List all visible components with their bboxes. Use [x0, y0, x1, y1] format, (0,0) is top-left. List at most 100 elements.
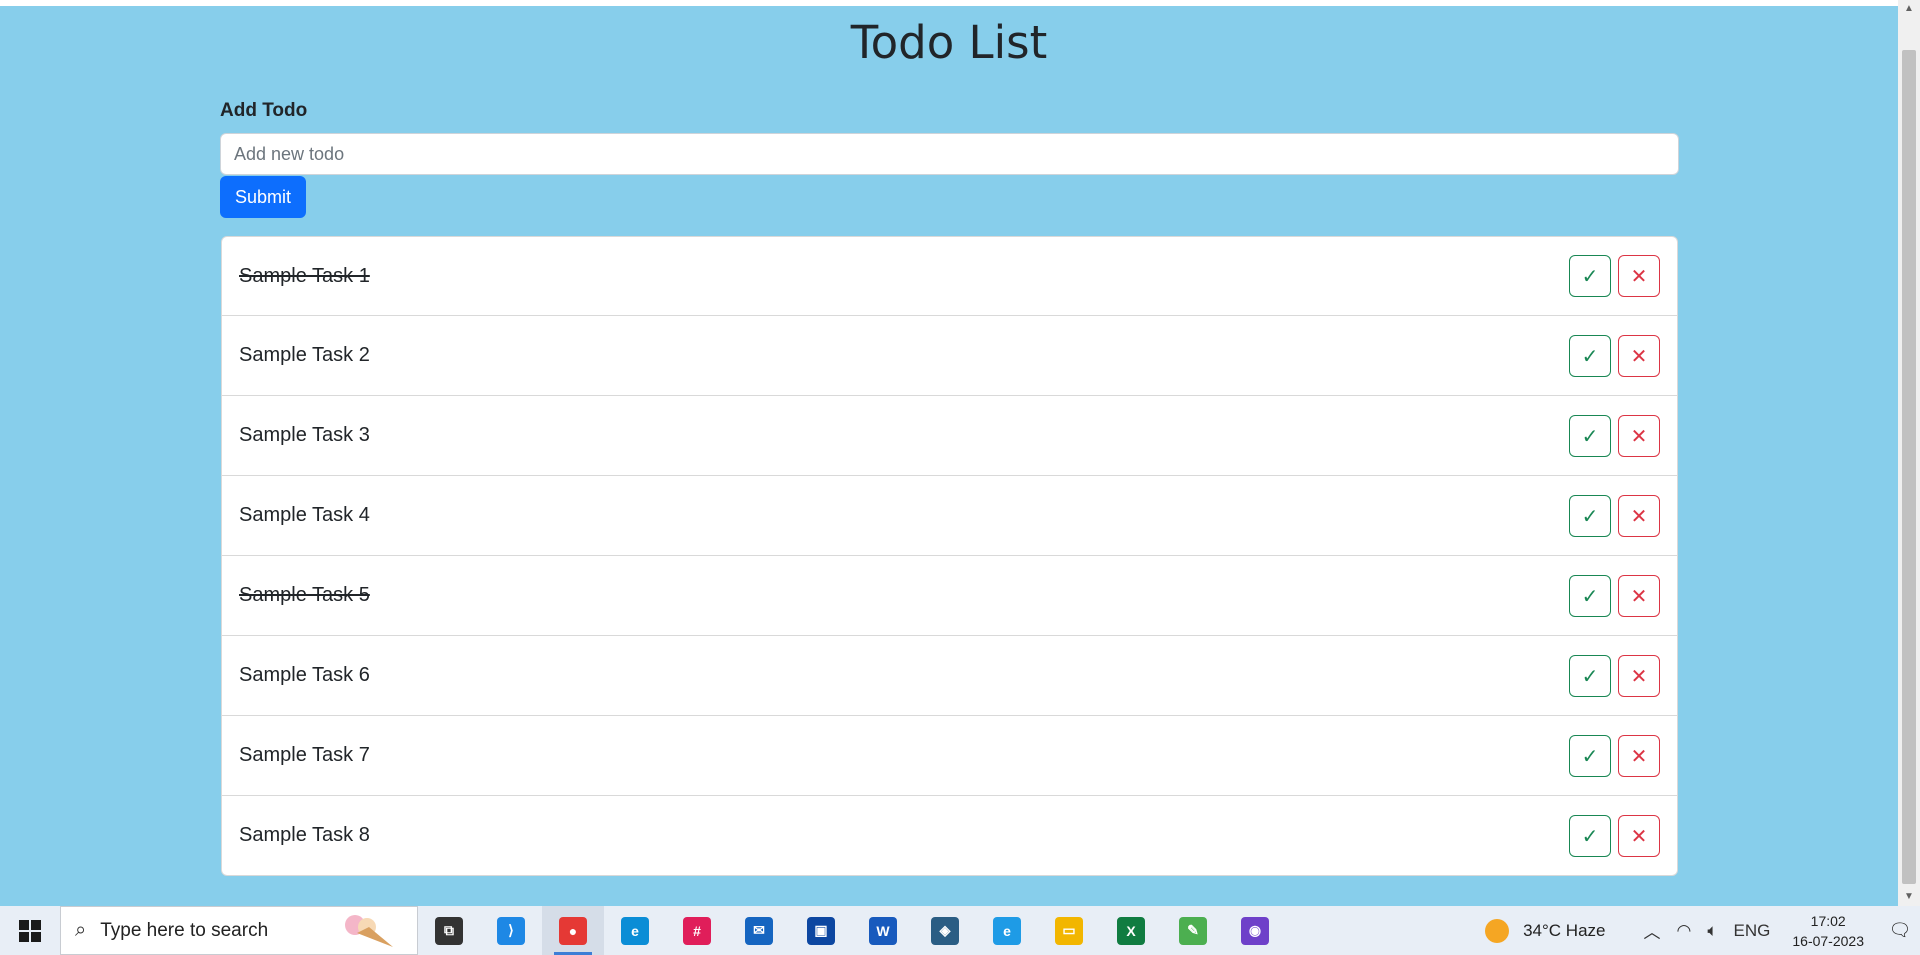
github-desktop-icon: ◉	[1241, 916, 1269, 945]
todo-item: Sample Task 5 ✓ ✕	[221, 556, 1678, 636]
delete-button[interactable]: ✕	[1618, 334, 1660, 377]
todo-text: Sample Task 4	[239, 504, 370, 526]
todo-item: Sample Task 6 ✓ ✕	[221, 636, 1678, 716]
close-icon: ✕	[1630, 583, 1648, 608]
check-icon: ✓	[1581, 343, 1599, 368]
check-icon: ✓	[1581, 823, 1599, 848]
taskbar-app-button[interactable]: ◉	[1224, 906, 1286, 955]
chevron-up-icon[interactable]: ︿	[1643, 918, 1660, 943]
delete-button[interactable]: ✕	[1618, 255, 1660, 297]
clock-date: 16-07-2023	[1792, 932, 1864, 949]
check-icon: ✓	[1581, 503, 1599, 528]
complete-button[interactable]: ✓	[1569, 574, 1611, 617]
windows-taskbar: ⌕ Type here to search ⧉ ⟩ ● e # ✉ ▣ W ◈ e ▭ X ✎ ◉ 34°…	[0, 906, 1920, 955]
editor-icon: ✎	[1179, 916, 1207, 945]
edge-icon: e	[621, 916, 649, 945]
ice-cream-icon	[345, 915, 393, 947]
todo-text: Sample Task 7	[239, 744, 370, 766]
start-button[interactable]	[0, 906, 60, 955]
store-icon: ▣	[807, 916, 835, 945]
complete-button[interactable]: ✓	[1569, 734, 1611, 777]
weather-sun-icon	[1485, 918, 1510, 943]
close-icon: ✕	[1630, 343, 1648, 368]
complete-button[interactable]: ✓	[1569, 494, 1611, 537]
word-icon: W	[869, 916, 897, 945]
todo-text: Sample Task 8	[239, 824, 370, 846]
delete-button[interactable]: ✕	[1618, 654, 1660, 697]
todo-item: Sample Task 4 ✓ ✕	[221, 476, 1678, 556]
mysql-workbench-icon: ◈	[931, 916, 959, 945]
complete-button[interactable]: ✓	[1569, 654, 1611, 697]
todo-page: Todo List Add Todo Submit Sample Task 1 ✓…	[0, 6, 1898, 906]
check-icon: ✓	[1581, 743, 1599, 768]
todo-text: Sample Task 5	[239, 584, 370, 606]
todo-text: Sample Task 3	[239, 424, 370, 446]
excel-icon: X	[1117, 916, 1145, 945]
close-icon: ✕	[1630, 503, 1648, 528]
system-tray: 34°C Haze ︿ ◠ 🔈︎ ENG 17:02 16-07-2023 🗨︎	[1485, 906, 1920, 955]
clock-time: 17:02	[1810, 912, 1846, 929]
taskbar-app-button[interactable]: X	[1100, 906, 1162, 955]
complete-button[interactable]: ✓	[1569, 334, 1611, 377]
taskbar-app-button[interactable]: ✎	[1162, 906, 1224, 955]
todo-text: Sample Task 1	[239, 264, 370, 287]
taskbar-app-button[interactable]: e	[976, 906, 1038, 955]
complete-button[interactable]: ✓	[1569, 255, 1611, 297]
taskbar-app-button[interactable]: ▭	[1038, 906, 1100, 955]
taskbar-app-button[interactable]: ✉	[728, 906, 790, 955]
file-explorer-icon: ▭	[1055, 916, 1083, 945]
close-icon: ✕	[1630, 264, 1648, 288]
todo-item: Sample Task 3 ✓ ✕	[221, 396, 1678, 476]
task-view-icon: ⧉	[435, 916, 463, 945]
delete-button[interactable]: ✕	[1618, 494, 1660, 537]
taskbar-app-button[interactable]: #	[666, 906, 728, 955]
taskbar-search-box[interactable]: ⌕ Type here to search	[60, 906, 418, 955]
taskbar-app-button[interactable]: ◈	[914, 906, 976, 955]
windows-logo-icon	[19, 919, 41, 942]
notification-icon[interactable]: 🗨︎	[1880, 920, 1920, 941]
complete-button[interactable]: ✓	[1569, 414, 1611, 457]
todo-item: Sample Task 8 ✓ ✕	[221, 796, 1678, 876]
weather-widget[interactable]: 34°C Haze	[1485, 918, 1606, 943]
scroll-thumb[interactable]	[1902, 50, 1916, 884]
close-icon: ✕	[1630, 423, 1648, 448]
todo-text: Sample Task 2	[239, 344, 370, 366]
add-todo-label: Add Todo	[220, 100, 308, 121]
language-indicator[interactable]: ENG	[1734, 921, 1771, 941]
taskbar-apps: ⧉ ⟩ ● e # ✉ ▣ W ◈ e ▭ X ✎ ◉	[418, 906, 1286, 955]
delete-button[interactable]: ✕	[1618, 574, 1660, 617]
page-scrollbar[interactable]: ▲ ▼	[1898, 0, 1920, 906]
slack-icon: #	[683, 916, 711, 945]
todo-item: Sample Task 1 ✓ ✕	[221, 236, 1678, 316]
taskbar-app-button[interactable]: ⧉	[418, 906, 480, 955]
taskbar-app-button[interactable]: ●	[542, 906, 604, 955]
search-icon: ⌕	[75, 919, 87, 941]
check-icon: ✓	[1581, 583, 1599, 608]
taskbar-app-button[interactable]: ▣	[790, 906, 852, 955]
todo-item: Sample Task 7 ✓ ✕	[221, 716, 1678, 796]
clock[interactable]: 17:02 16-07-2023	[1792, 911, 1864, 951]
scroll-down-arrow-icon[interactable]: ▼	[1898, 888, 1920, 906]
taskbar-app-button[interactable]: e	[604, 906, 666, 955]
delete-button[interactable]: ✕	[1618, 414, 1660, 457]
submit-button[interactable]: Submit	[220, 176, 306, 218]
wifi-icon[interactable]: ◠	[1676, 921, 1691, 941]
volume-icon[interactable]: 🔈︎	[1707, 921, 1717, 941]
vscode-icon: ⟩	[497, 916, 525, 945]
internet-explorer-icon: e	[993, 916, 1021, 945]
close-icon: ✕	[1630, 663, 1648, 688]
taskbar-search-placeholder: Type here to search	[100, 919, 269, 941]
add-todo-input[interactable]	[220, 133, 1679, 175]
check-icon: ✓	[1581, 264, 1599, 288]
todo-list: Sample Task 1 ✓ ✕ Sample Task 2 ✓ ✕ Sample Tas…	[221, 236, 1678, 876]
todo-item: Sample Task 2 ✓ ✕	[221, 316, 1678, 396]
weather-text: 34°C Haze	[1523, 920, 1606, 940]
todo-text: Sample Task 6	[239, 664, 370, 686]
delete-button[interactable]: ✕	[1618, 734, 1660, 777]
taskbar-app-button[interactable]: ⟩	[480, 906, 542, 955]
taskbar-app-button[interactable]: W	[852, 906, 914, 955]
check-icon: ✓	[1581, 423, 1599, 448]
scroll-up-arrow-icon[interactable]: ▲	[1898, 0, 1920, 18]
delete-button[interactable]: ✕	[1618, 814, 1660, 857]
complete-button[interactable]: ✓	[1569, 814, 1611, 857]
